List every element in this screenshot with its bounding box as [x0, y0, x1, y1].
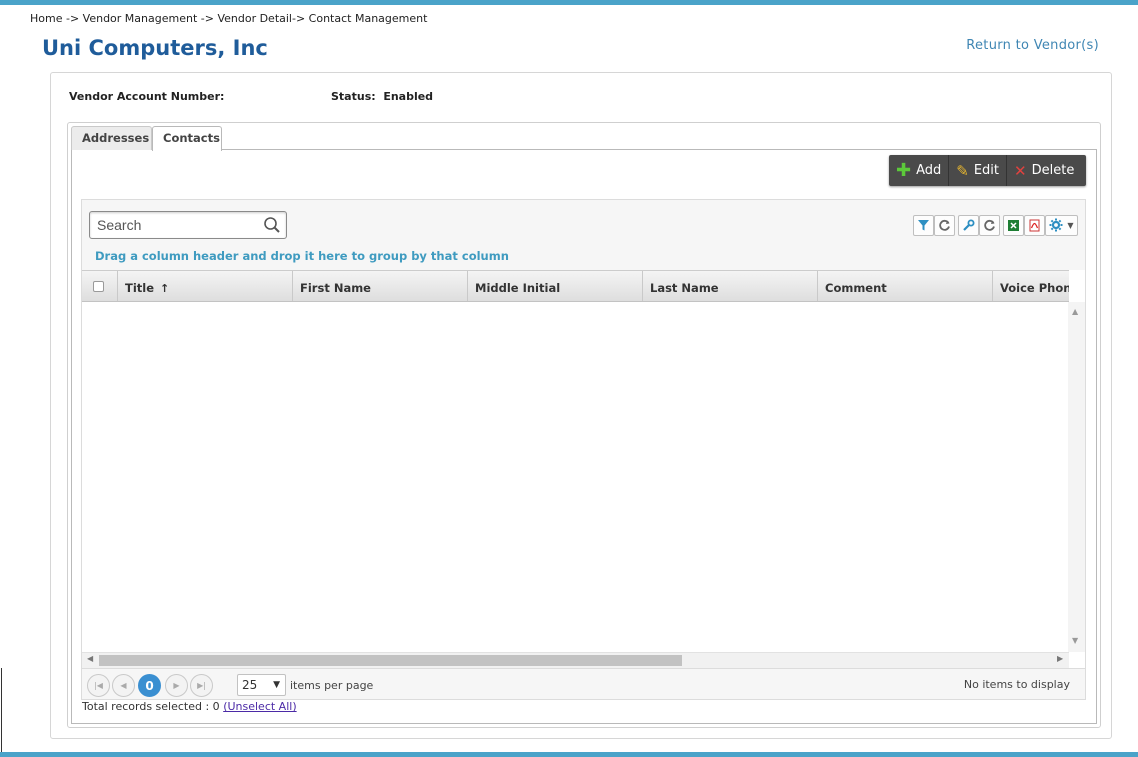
prev-page-icon[interactable]: ◀ — [112, 674, 135, 697]
chevron-down-icon: ▼ — [1067, 220, 1074, 230]
edit-button[interactable]: ✎ Edit — [948, 155, 1006, 186]
column-first-name[interactable]: First Name — [292, 271, 467, 301]
breadcrumb: Home -> Vendor Management -> Vendor Deta… — [30, 12, 428, 25]
vertical-scrollbar[interactable]: ▲ ▼ — [1068, 302, 1085, 652]
horizontal-scroll-thumb[interactable] — [99, 655, 682, 666]
current-page-button[interactable]: 0 — [138, 674, 161, 697]
column-middle-initial[interactable]: Middle Initial — [467, 271, 642, 301]
delete-button[interactable]: ✕ Delete — [1006, 155, 1081, 186]
pdf-export-icon[interactable] — [1024, 214, 1045, 236]
no-items-message: No items to display — [963, 678, 1070, 691]
pencil-icon: ✎ — [956, 161, 969, 180]
first-page-icon[interactable]: |◀ — [87, 674, 110, 697]
select-all-column — [82, 271, 117, 301]
bottom-accent-bar — [0, 752, 1138, 757]
grid-column-header: Title ↑ First Name Middle Initial Last Na… — [82, 270, 1069, 302]
status-value: Enabled — [383, 90, 434, 103]
edit-label: Edit — [973, 163, 1000, 178]
tab-addresses[interactable]: Addresses — [71, 126, 152, 150]
scroll-down-icon[interactable]: ▼ — [1072, 636, 1078, 645]
delete-x-icon: ✕ — [1014, 161, 1027, 180]
grid-search-box — [89, 211, 287, 239]
search-input[interactable] — [90, 212, 260, 238]
delete-label: Delete — [1031, 163, 1075, 178]
column-comment[interactable]: Comment — [817, 271, 992, 301]
column-last-name[interactable]: Last Name — [642, 271, 817, 301]
selection-count: Total records selected : 0 — [82, 700, 220, 713]
left-border-line — [1, 668, 2, 757]
status-field: Status: Enabled — [331, 90, 433, 103]
scroll-left-icon[interactable]: ◀ — [87, 654, 93, 663]
page-size-select[interactable]: 25 ▼ — [237, 674, 286, 696]
top-accent-bar — [0, 0, 1138, 5]
refresh-columns-icon[interactable] — [979, 214, 1000, 236]
group-by-hint: Drag a column header and drop it here to… — [95, 249, 509, 263]
grid-tools: ▼ — [913, 214, 1078, 236]
refresh-filter-icon[interactable] — [934, 214, 955, 236]
column-title[interactable]: Title ↑ — [117, 271, 292, 301]
tab-contacts[interactable]: Contacts — [152, 126, 222, 151]
column-voice-phone[interactable]: Voice Phone — [992, 271, 1069, 301]
scroll-up-icon[interactable]: ▲ — [1072, 307, 1078, 316]
chevron-down-icon: ▼ — [273, 680, 280, 690]
page-size-value: 25 — [242, 678, 258, 692]
status-label: Status: — [331, 90, 376, 103]
add-button[interactable]: ✚ Add — [889, 155, 948, 186]
wrench-icon[interactable] — [958, 214, 979, 236]
action-toolbar: ✚ Add ✎ Edit ✕ Delete — [889, 155, 1086, 186]
excel-export-icon[interactable] — [1003, 214, 1024, 236]
unselect-all-link[interactable]: (Unselect All) — [223, 700, 296, 713]
column-title-label: Title — [125, 281, 155, 295]
filter-icon[interactable] — [913, 214, 934, 236]
page-title: Uni Computers, Inc — [42, 36, 268, 60]
horizontal-scrollbar[interactable]: ◀ ▶ — [82, 652, 1069, 668]
grid-pager: |◀ ◀ 0 ▶ ▶| 25 ▼ items per page No items… — [82, 668, 1085, 699]
scroll-right-icon[interactable]: ▶ — [1057, 654, 1063, 663]
plus-icon: ✚ — [896, 160, 912, 181]
select-all-checkbox[interactable] — [93, 281, 104, 292]
sort-ascending-icon: ↑ — [160, 282, 170, 295]
next-page-icon[interactable]: ▶ — [165, 674, 188, 697]
add-label: Add — [916, 163, 942, 178]
last-page-icon[interactable]: ▶| — [190, 674, 213, 697]
settings-gear-icon[interactable]: ▼ — [1045, 214, 1078, 236]
selection-summary: Total records selected : 0 (Unselect All… — [82, 700, 297, 713]
return-to-vendors-link[interactable]: Return to Vendor(s) — [966, 38, 1099, 53]
search-icon[interactable] — [263, 216, 281, 234]
vendor-account-number-label: Vendor Account Number: — [69, 90, 225, 103]
items-per-page-label: items per page — [290, 679, 374, 692]
